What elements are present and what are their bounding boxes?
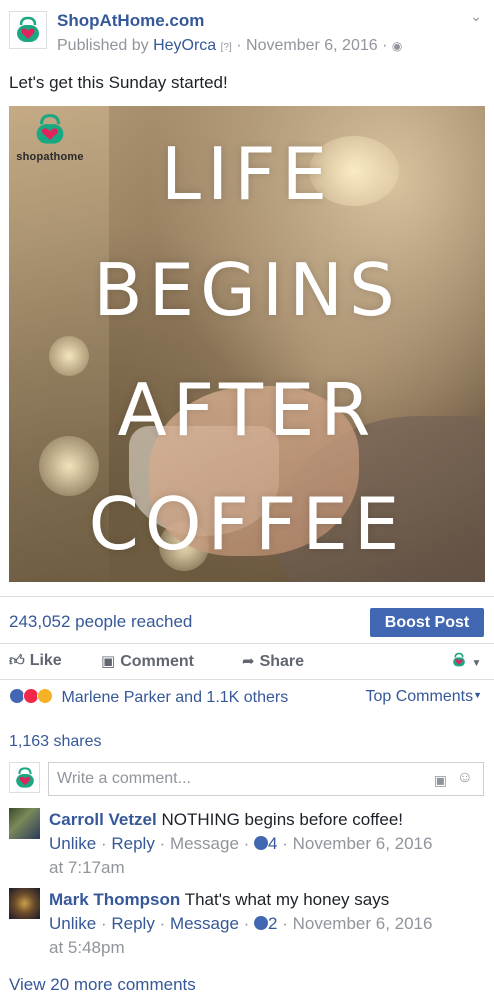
page-avatar[interactable] — [9, 11, 47, 49]
commenter-name[interactable]: Carroll Vetzel — [49, 810, 157, 829]
post-date[interactable]: November 6, 2016 — [246, 37, 378, 54]
comment-label: Comment — [120, 653, 194, 670]
view-more-comments-link[interactable]: View 20 more comments — [9, 975, 196, 994]
comment-likes[interactable]: 4 — [254, 834, 278, 853]
reply-link[interactable]: Reply — [111, 914, 154, 933]
reactions-text: Marlene Parker and 1.1K others — [61, 689, 289, 706]
post-meta: Published by HeyOrca [?] · November 6, 2… — [57, 37, 402, 55]
publisher-link[interactable]: HeyOrca — [153, 37, 216, 54]
comment-date[interactable]: November 6, 2016 — [293, 834, 433, 853]
comment-body: Mark Thompson That's what my honey says … — [49, 888, 485, 960]
meta-separator: · — [382, 37, 388, 54]
post-as-selector[interactable]: ▼ — [451, 652, 481, 671]
camera-icon[interactable]: ▣ — [434, 772, 447, 789]
quote-line: LIFE — [160, 132, 334, 216]
reply-link[interactable]: Reply — [111, 834, 154, 853]
page-name[interactable]: ShopAtHome.com — [57, 11, 204, 31]
publisher-info-badge[interactable]: [?] — [221, 42, 232, 53]
share-arrow-icon: ➦ — [242, 653, 255, 670]
action-bar: 👍︎ Like ▣ Comment ➦ Share ▼ — [0, 648, 494, 676]
comment-likes[interactable]: 2 — [254, 914, 278, 933]
comment-button[interactable]: ▣ Comment — [101, 652, 194, 671]
chevron-down-icon: ▼ — [473, 690, 482, 700]
chevron-down-icon[interactable]: ⌄ — [470, 8, 482, 25]
comment-text: NOTHING begins before coffee! — [161, 810, 404, 829]
post-header: ShopAtHome.com Published by HeyOrca [?] … — [0, 0, 494, 66]
boost-post-button[interactable]: Boost Post — [370, 608, 484, 637]
reactions-summary[interactable]: Marlene Parker and 1.1K others — [9, 688, 288, 707]
published-by-label: Published by — [57, 37, 149, 54]
post-image[interactable]: shopathome LIFE BEGINS AFTER COFFEE — [9, 106, 485, 582]
comment-like-count: 2 — [268, 914, 278, 933]
unlike-link[interactable]: Unlike — [49, 914, 96, 933]
haha-reaction-icon — [37, 688, 53, 704]
comment-bubble-icon: ▣ — [101, 653, 116, 670]
like-badge-icon — [254, 836, 269, 850]
comment-meta: Unlike · Reply · Message · 4 · November … — [49, 834, 433, 853]
shopathome-logo-icon — [453, 652, 465, 667]
share-button[interactable]: ➦ Share — [242, 652, 304, 671]
divider — [0, 643, 494, 644]
globe-icon: ◉ — [391, 39, 403, 53]
share-label: Share — [259, 653, 305, 670]
commenter-name[interactable]: Mark Thompson — [49, 890, 180, 909]
top-comments-dropdown[interactable]: Top Comments▼ — [365, 688, 482, 706]
message-link[interactable]: Message — [170, 914, 239, 933]
comment-placeholder: Write a comment... — [57, 770, 191, 787]
comment-like-count: 4 — [268, 834, 278, 853]
like-label: Like — [29, 652, 62, 669]
message-link[interactable]: Message — [170, 834, 239, 853]
shopathome-logo-icon — [15, 766, 34, 788]
people-reached[interactable]: 243,052 people reached — [9, 612, 192, 632]
chevron-down-icon: ▼ — [471, 658, 482, 669]
meta-separator: · — [236, 37, 242, 54]
comment-time[interactable]: at 7:17am — [49, 856, 485, 880]
like-button[interactable]: 👍︎ Like — [9, 652, 62, 670]
quote-line: AFTER — [117, 368, 377, 452]
quote-line: BEGINS — [93, 248, 401, 332]
quote-line: COFFEE — [88, 482, 406, 566]
thumbs-up-icon: 👍︎ — [9, 652, 25, 669]
shares-count[interactable]: 1,163 shares — [9, 733, 102, 751]
post-text: Let's get this Sunday started! — [9, 73, 228, 92]
emoji-icon[interactable]: ☺ — [457, 769, 473, 787]
unlike-link[interactable]: Unlike — [49, 834, 96, 853]
shopathome-logo-icon — [17, 16, 39, 42]
comment-time[interactable]: at 5:48pm — [49, 936, 485, 960]
like-badge-icon — [254, 916, 269, 930]
comment-body: Carroll Vetzel NOTHING begins before cof… — [49, 808, 485, 880]
comment-date[interactable]: November 6, 2016 — [293, 914, 433, 933]
avatar[interactable] — [9, 808, 40, 839]
bokeh-light — [49, 336, 89, 376]
top-comments-label: Top Comments — [365, 688, 474, 705]
avatar[interactable] — [9, 888, 40, 919]
divider — [0, 679, 494, 680]
comment-text: That's what my honey says — [184, 890, 390, 909]
commenter-avatar — [9, 762, 40, 793]
comment-input[interactable]: Write a comment... ▣ ☺ — [48, 762, 484, 796]
comment-meta: Unlike · Reply · Message · 2 · November … — [49, 914, 433, 933]
divider — [0, 596, 494, 597]
